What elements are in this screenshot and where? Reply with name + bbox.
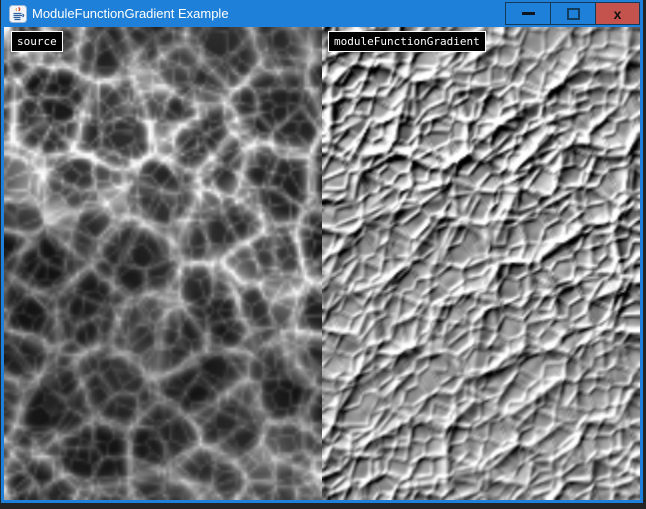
gradient-label: moduleFunctionGradient [328, 31, 486, 52]
minimize-button[interactable] [505, 2, 550, 25]
maximize-button[interactable] [550, 2, 595, 25]
gradient-panel: moduleFunctionGradient [322, 27, 640, 500]
app-window: ModuleFunctionGradient Example x source … [1, 0, 643, 503]
gradient-image [322, 27, 640, 500]
content-area: source moduleFunctionGradient [4, 27, 640, 500]
source-panel: source [4, 27, 322, 500]
maximize-icon [567, 8, 580, 20]
window-controls: x [505, 2, 640, 25]
minimize-icon [522, 12, 535, 15]
close-button[interactable]: x [595, 2, 640, 25]
java-coffee-cup-icon [9, 5, 27, 23]
source-label: source [11, 31, 63, 52]
close-icon: x [614, 7, 622, 21]
source-image [4, 27, 322, 500]
